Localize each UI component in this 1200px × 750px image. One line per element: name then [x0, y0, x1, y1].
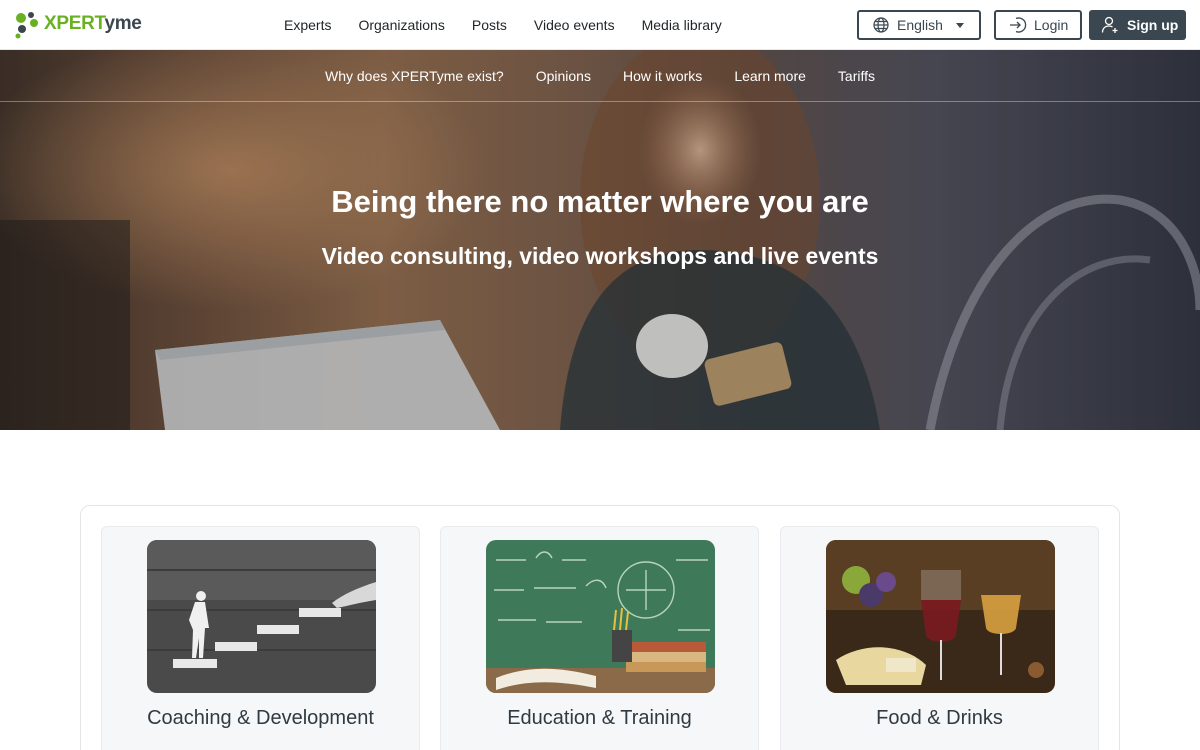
logo-text: XPERTyme	[44, 13, 142, 34]
category-card-education[interactable]: Education & Training	[440, 526, 759, 750]
chevron-down-icon	[955, 22, 964, 28]
hero-overlay	[0, 50, 1200, 430]
subnav-how-it-works[interactable]: How it works	[623, 68, 702, 84]
category-card-food[interactable]: Food & Drinks	[780, 526, 1099, 750]
nav-video-events[interactable]: Video events	[534, 17, 615, 33]
hero-subtitle: Video consulting, video workshops and li…	[321, 243, 879, 269]
add-user-icon	[1101, 16, 1118, 33]
language-label: English	[897, 17, 943, 33]
language-select[interactable]: English	[857, 10, 981, 40]
signup-button[interactable]: Sign up	[1089, 10, 1186, 40]
subnav-why-exist[interactable]: Why does XPERTyme exist?	[325, 68, 504, 84]
login-label: Login	[1034, 17, 1069, 33]
subnav-opinions[interactable]: Opinions	[536, 68, 591, 84]
subnav-learn-more[interactable]: Learn more	[734, 68, 806, 84]
logo-icon	[15, 12, 38, 39]
category-card-coaching[interactable]: Coaching & Development	[101, 526, 420, 750]
hero-sub-nav: Why does XPERTyme exist? Opinions How it…	[0, 50, 1200, 102]
hero-title: Being there no matter where you are	[331, 184, 869, 219]
main-nav: Experts Organizations Posts Video events…	[284, 0, 749, 50]
signup-label: Sign up	[1127, 17, 1179, 33]
nav-experts[interactable]: Experts	[284, 17, 331, 33]
category-title: Education & Training	[507, 707, 692, 729]
category-image-education	[486, 540, 715, 693]
category-title: Food & Drinks	[876, 707, 1003, 729]
subnav-tariffs[interactable]: Tariffs	[838, 68, 875, 84]
logo[interactable]: XPERTyme	[12, 9, 142, 39]
nav-media-library[interactable]: Media library	[642, 17, 722, 33]
nav-organizations[interactable]: Organizations	[358, 17, 444, 33]
category-title: Coaching & Development	[147, 707, 374, 729]
hero-banner: Why does XPERTyme exist? Opinions How it…	[0, 50, 1200, 430]
nav-posts[interactable]: Posts	[472, 17, 507, 33]
category-image-food	[826, 540, 1055, 693]
globe-icon	[873, 17, 889, 33]
login-icon	[1010, 17, 1027, 33]
login-button[interactable]: Login	[994, 10, 1082, 40]
top-header: XPERTyme Experts Organizations Posts Vid…	[0, 0, 1200, 50]
category-image-coaching	[147, 540, 376, 693]
